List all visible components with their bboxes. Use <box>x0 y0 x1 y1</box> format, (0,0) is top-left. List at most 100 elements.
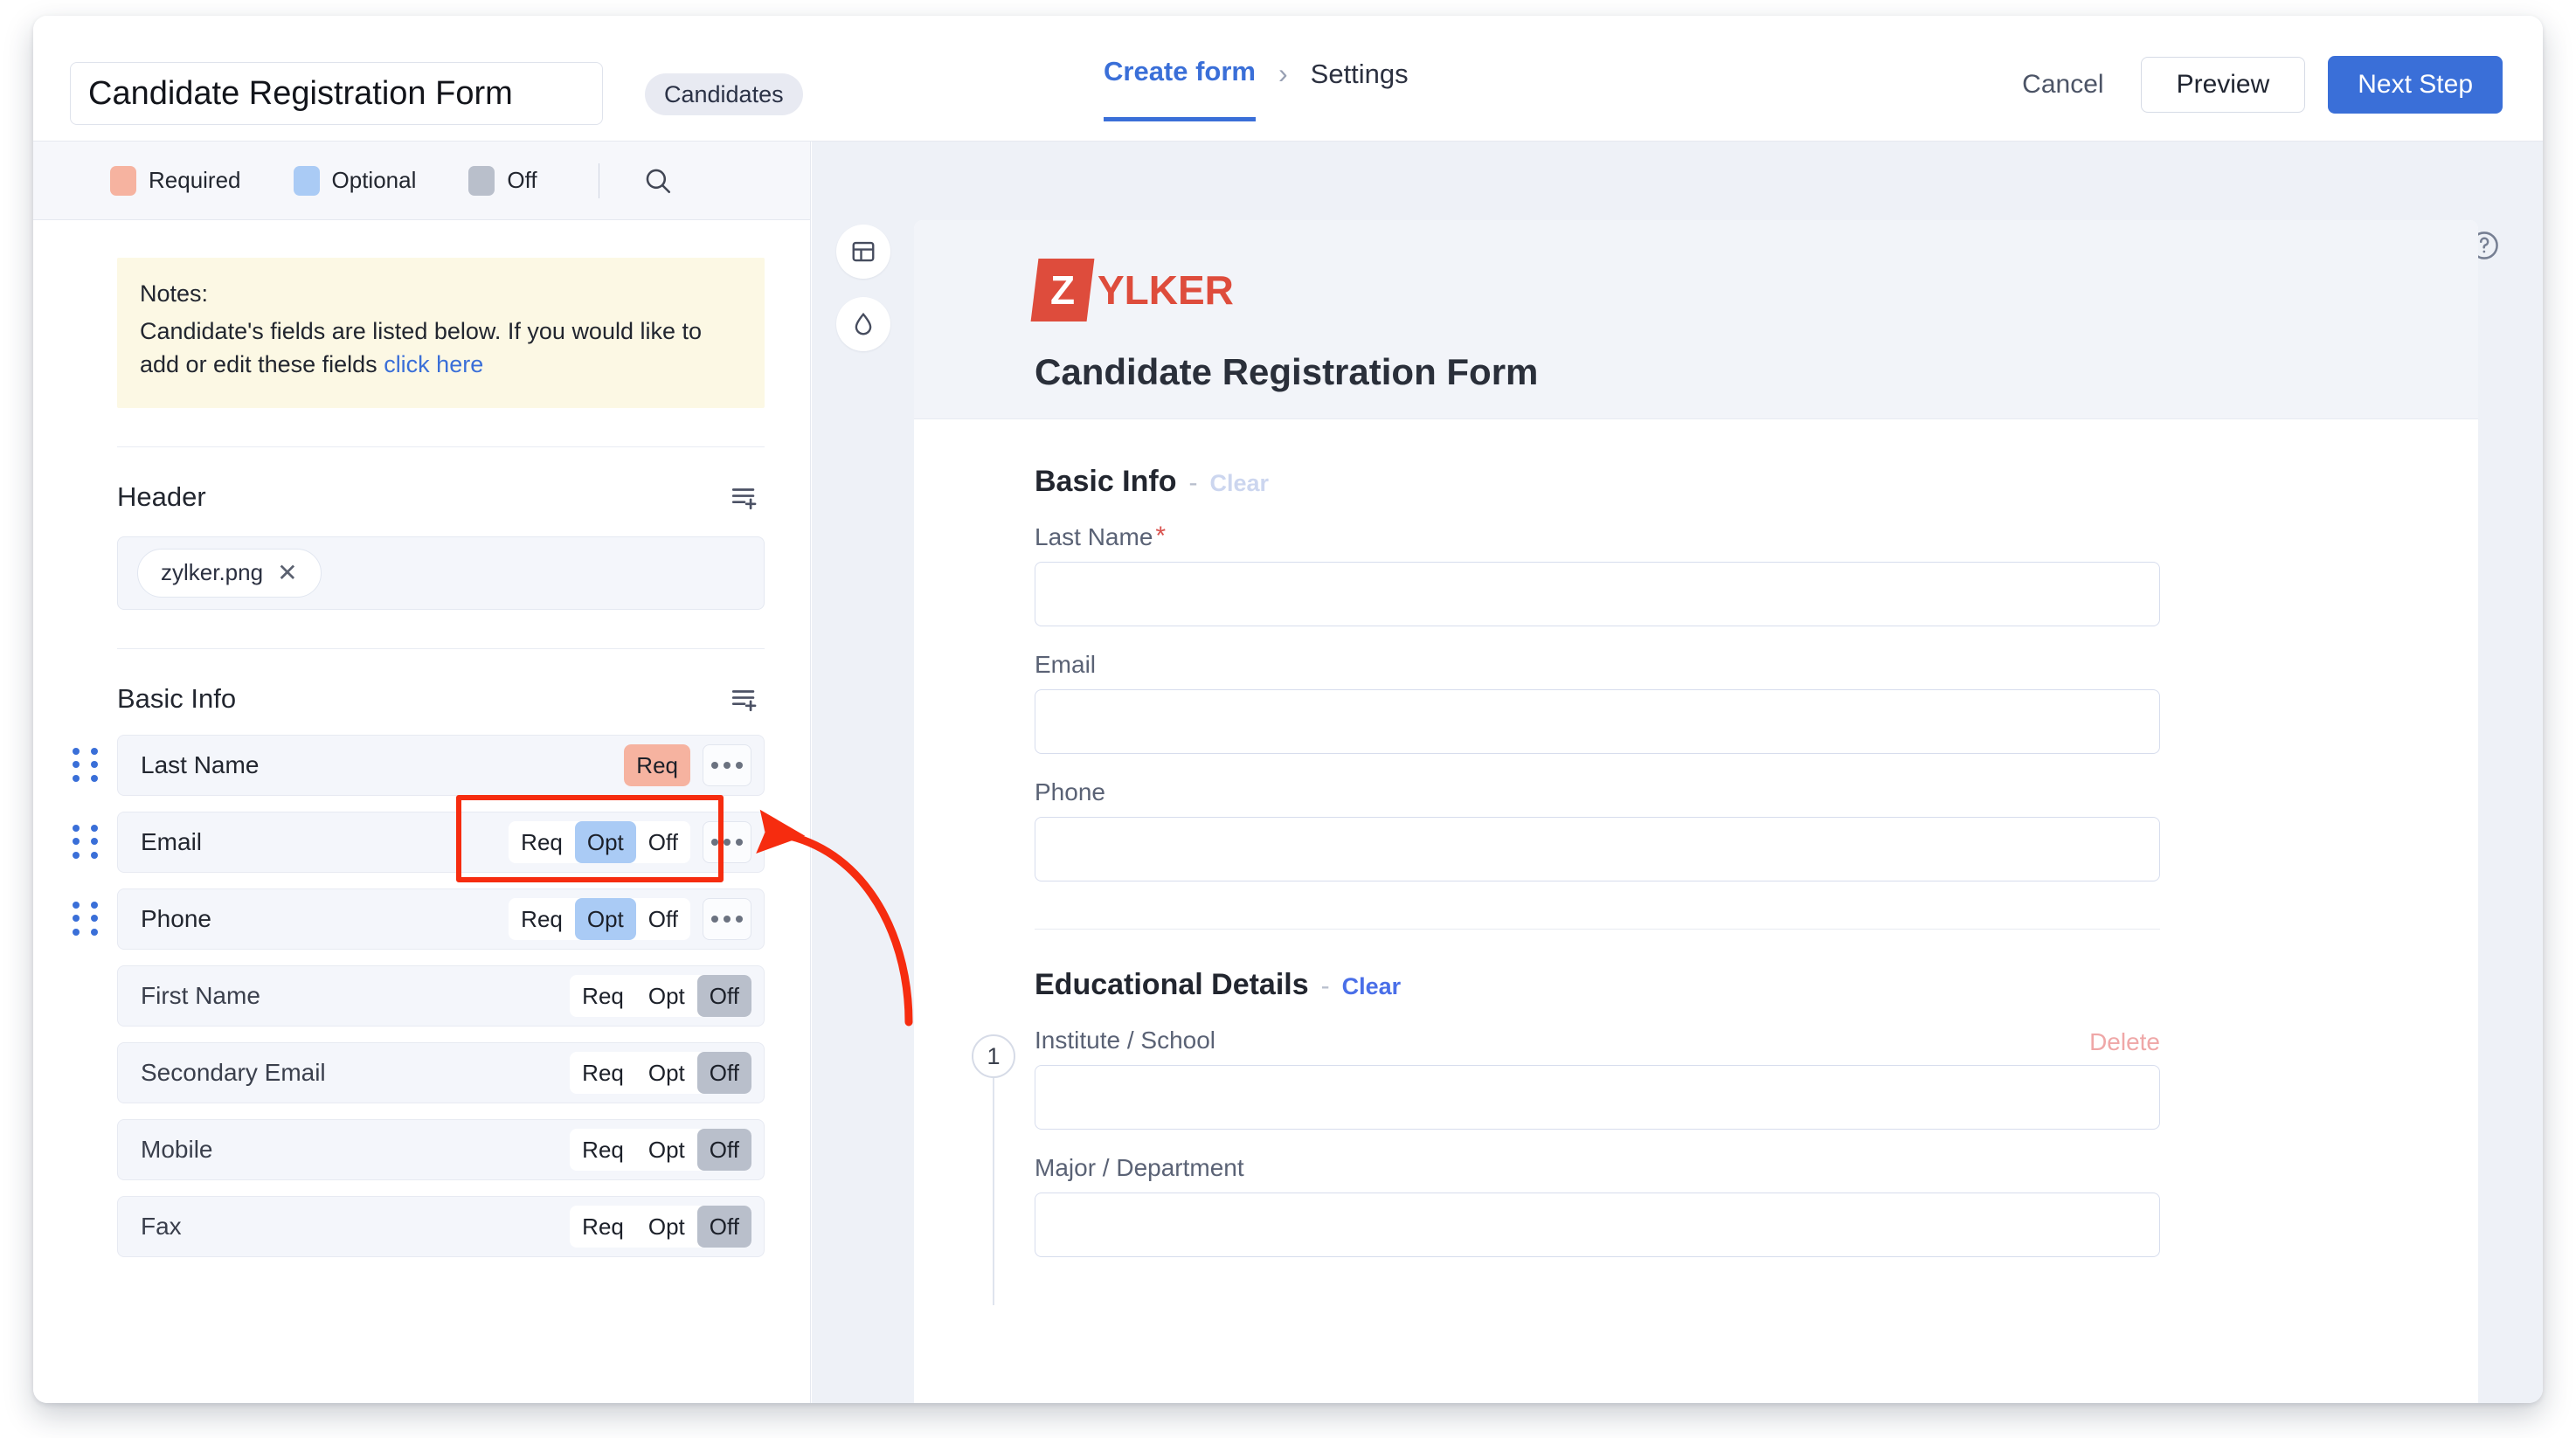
field-row-label: Mobile <box>141 1135 213 1163</box>
phone-input[interactable] <box>1035 817 2160 881</box>
water-drop-icon[interactable] <box>836 297 890 351</box>
clear-section-link[interactable]: Clear <box>1342 973 1402 1000</box>
field-state-segmented-control[interactable]: Req <box>624 743 690 786</box>
section-divider <box>117 446 765 447</box>
field-row-list: Last Name Req Email Req Opt Off Phone Req Opt Off… <box>33 734 810 1257</box>
zylker-logo-wordmark: YLKER <box>1098 267 1234 313</box>
segment-req[interactable]: Req <box>570 975 636 1017</box>
add-field-icon[interactable] <box>724 679 765 719</box>
segment-req[interactable]: Req <box>509 898 575 940</box>
field-state-segmented-control[interactable]: Req Opt Off <box>570 1051 751 1094</box>
module-chip: Candidates <box>645 73 803 115</box>
segment-req[interactable]: Req <box>509 821 575 863</box>
education-row-timeline: 1 <box>972 1034 1015 1305</box>
header-image-dropzone[interactable]: zylker.png ✕ <box>117 536 765 610</box>
segment-opt[interactable]: Opt <box>636 1052 697 1094</box>
preview-form-title: Candidate Registration Form <box>1035 351 1539 392</box>
field-row-more-options-icon[interactable] <box>703 897 751 940</box>
preview-section-head: Educational Details - Clear <box>1035 968 2478 1002</box>
field-row-more-options-icon[interactable] <box>703 820 751 863</box>
segment-off[interactable]: Off <box>636 898 690 940</box>
breadcrumb-step-settings[interactable]: Settings <box>1311 59 1409 90</box>
form-preview-pane: Z YLKER Candidate Registration Form Basi… <box>914 142 2543 1403</box>
legend-item-off: Off <box>468 165 537 196</box>
legend-label-optional: Optional <box>331 167 417 193</box>
field-config-panel: Required Optional Off Notes: Candidate's… <box>33 142 811 1403</box>
field-state-segmented-control[interactable]: Req Opt Off <box>570 974 751 1017</box>
field-state-segmented-control[interactable]: Req Opt Off <box>570 1205 751 1248</box>
search-icon[interactable] <box>643 166 673 196</box>
preview-section-dash: - <box>1320 971 1330 1000</box>
field-row[interactable]: Secondary Email Req Opt Off <box>117 1041 765 1103</box>
next-step-button[interactable]: Next Step <box>2328 56 2503 114</box>
segment-off[interactable]: Off <box>696 1051 751 1094</box>
segment-req[interactable]: Req <box>570 1052 636 1094</box>
section-header-basic-info: Basic Info <box>117 679 765 719</box>
field-list-scroll-area[interactable]: Notes: Candidate's fields are listed bel… <box>33 221 810 1403</box>
field-row-label: First Name <box>141 981 260 1009</box>
segment-off[interactable]: Off <box>696 1205 751 1248</box>
segment-off[interactable]: Off <box>696 1128 751 1171</box>
preview-section-head: Basic Info - Clear <box>1035 465 2478 499</box>
field-state-segmented-control[interactable]: Req Opt Off <box>509 820 690 863</box>
field-row-label: Last Name <box>141 750 260 778</box>
last-name-input[interactable] <box>1035 562 2160 626</box>
drag-handle-icon[interactable] <box>73 824 102 860</box>
field-row-more-options-icon[interactable] <box>703 743 751 786</box>
preview-field-label-text: Institute / School <box>1035 1027 1216 1054</box>
major-department-input[interactable] <box>1035 1193 2160 1257</box>
file-chip-label: zylker.png <box>161 559 264 586</box>
preview-field-label: Phone <box>1035 778 2160 806</box>
drag-handle-icon[interactable] <box>73 747 102 783</box>
preview-button[interactable]: Preview <box>2140 57 2306 113</box>
zylker-logo: Z YLKER <box>1030 259 2478 321</box>
add-field-icon[interactable] <box>724 477 765 517</box>
field-row[interactable]: Last Name Req <box>73 734 765 796</box>
legend-label-off: Off <box>507 167 537 193</box>
notes-click-here-link[interactable]: click here <box>384 351 483 377</box>
email-input[interactable] <box>1035 689 2160 754</box>
institute-school-input[interactable] <box>1035 1065 2160 1130</box>
cancel-button[interactable]: Cancel <box>2008 58 2117 112</box>
segment-req[interactable]: Req <box>570 1129 636 1171</box>
segment-off[interactable]: Off <box>696 974 751 1017</box>
breadcrumb: Create form › Settings <box>1104 56 1409 121</box>
preview-section-educational-details: Educational Details - Clear 1 Institute … <box>972 968 2478 1305</box>
segment-req[interactable]: Req <box>624 743 690 786</box>
segment-opt[interactable]: Opt <box>636 1206 697 1248</box>
field-state-segmented-control[interactable]: Req Opt Off <box>570 1128 751 1171</box>
segment-req[interactable]: Req <box>570 1206 636 1248</box>
segment-opt[interactable]: Opt <box>636 1129 697 1171</box>
field-row[interactable]: Fax Req Opt Off <box>117 1195 765 1257</box>
file-chip: zylker.png ✕ <box>137 548 322 598</box>
field-state-segmented-control[interactable]: Req Opt Off <box>509 897 690 940</box>
zylker-logo-mark: Z <box>1030 259 1095 321</box>
field-row[interactable]: First Name Req Opt Off <box>117 964 765 1027</box>
preview-field-label: Email <box>1035 651 2160 679</box>
close-icon[interactable]: ✕ <box>277 560 297 585</box>
section-header-header: Header <box>117 477 765 517</box>
optional-swatch <box>293 165 320 196</box>
preview-tool-rail <box>812 142 914 1403</box>
clear-section-link[interactable]: Clear <box>1209 470 1269 497</box>
segment-opt[interactable]: Opt <box>636 975 697 1017</box>
preview-section-title: Educational Details <box>1035 968 1309 1001</box>
preview-field-label-text: Last Name <box>1035 523 1153 550</box>
segment-off[interactable]: Off <box>636 821 690 863</box>
segment-opt[interactable]: Opt <box>574 897 636 940</box>
segment-opt[interactable]: Opt <box>574 820 636 863</box>
legend-bar: Required Optional Off <box>33 142 810 220</box>
preview-field-label-text: Phone <box>1035 778 1105 805</box>
education-timeline-line <box>993 1078 994 1305</box>
field-row[interactable]: Email Req Opt Off <box>73 811 765 873</box>
drag-handle-icon[interactable] <box>73 901 102 937</box>
delete-education-row-link[interactable]: Delete <box>2089 1028 2160 1056</box>
breadcrumb-step-create-form[interactable]: Create form <box>1104 56 1256 121</box>
field-row-label: Email <box>141 827 203 855</box>
form-title-input[interactable] <box>70 62 603 125</box>
section-divider <box>117 647 765 649</box>
field-row[interactable]: Mobile Req Opt Off <box>117 1118 765 1180</box>
zylker-logo-letter: Z <box>1049 267 1076 313</box>
field-row[interactable]: Phone Req Opt Off <box>73 888 765 950</box>
layout-icon[interactable] <box>836 225 890 279</box>
